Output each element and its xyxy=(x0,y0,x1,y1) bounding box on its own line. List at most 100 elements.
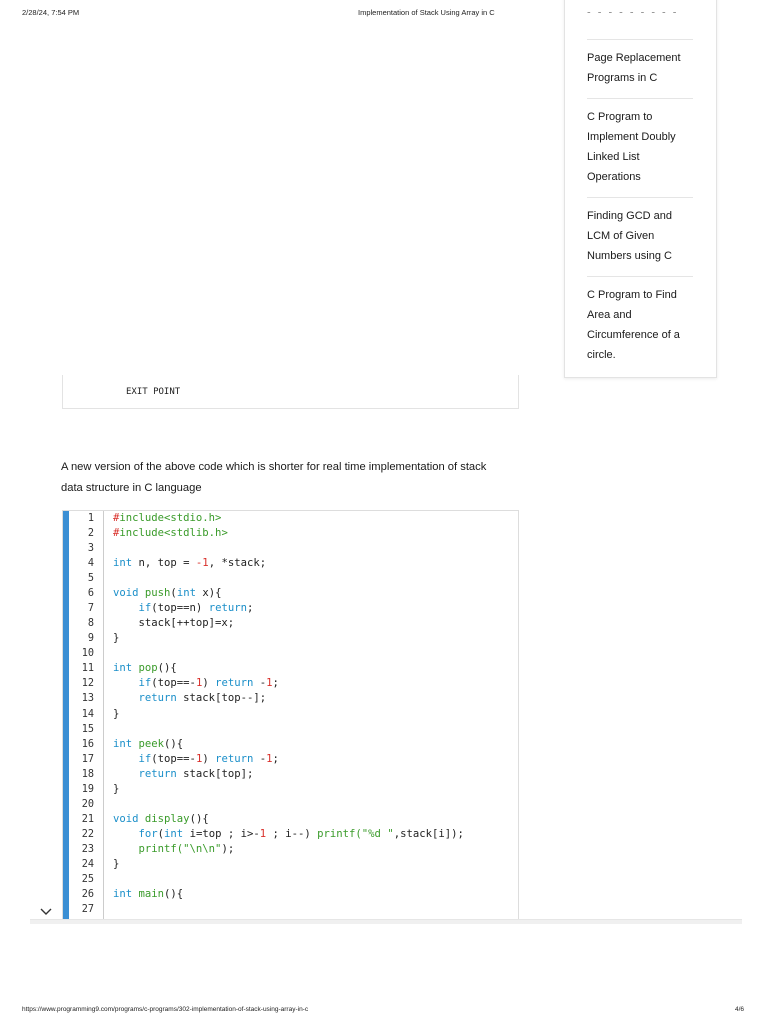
code-token-keyword: if xyxy=(138,677,152,690)
code-line: stack[++top]=x; xyxy=(113,617,235,630)
line-number: 21 xyxy=(81,813,94,825)
code-token-text: stack[++top]=x; xyxy=(113,617,235,630)
code-token-text: , *stack; xyxy=(208,557,267,570)
code-token-text: ; i--) xyxy=(266,827,318,840)
code-token-text: ) xyxy=(202,752,216,765)
code-token-keyword: int xyxy=(113,662,133,675)
code-token-keyword: for xyxy=(138,827,158,840)
sidebar-link-line: Linked List xyxy=(587,151,640,163)
line-number: 5 xyxy=(87,573,94,585)
line-number: 3 xyxy=(87,543,94,555)
line-number: 1 xyxy=(87,513,94,524)
code-token-keyword: return xyxy=(208,602,247,615)
code-line: void push(int x){ xyxy=(113,587,221,599)
code-token-text: ; xyxy=(272,752,279,765)
print-title: Implementation of Stack Using Array in C xyxy=(358,8,495,17)
sidebar-link-line: Finding GCD and xyxy=(587,210,672,222)
line-number: 10 xyxy=(81,648,94,660)
sidebar-link-line: C Program to Find xyxy=(587,289,677,301)
code-line: int main(){ xyxy=(113,888,183,900)
sidebar-link-line: circle. xyxy=(587,349,616,361)
code-token-func: include<stdlib.h> xyxy=(119,527,228,540)
code-token-keyword: int xyxy=(113,888,133,900)
code-line: return stack[top--]; xyxy=(113,692,267,705)
code-line: if(top==-1) return -1; xyxy=(113,677,279,689)
print-datetime: 2/28/24, 7:54 PM xyxy=(22,8,80,17)
code-line: if(top==n) return; xyxy=(113,602,254,615)
sidebar-link-doubly-linked-list[interactable]: C Program to Implement Doubly Linked List O… xyxy=(587,107,693,187)
code-token-text: } xyxy=(113,632,120,645)
sidebar-link-circle-area[interactable]: C Program to Find Area and Circumference o… xyxy=(587,285,693,365)
line-number: 8 xyxy=(87,618,94,630)
sidebar-link-line: Programs in C xyxy=(587,72,658,84)
footer-url: https://www.programming9.com/programs/c-… xyxy=(22,1006,309,1013)
code-token-keyword: void xyxy=(113,812,139,825)
line-number: 9 xyxy=(87,633,94,645)
code-token-func: printf("\n\n" xyxy=(138,842,222,855)
code-token-func: printf("%d " xyxy=(317,827,394,840)
sidebar-partial-item: - - - - - - - - - xyxy=(587,12,679,18)
related-articles-sidebar: - - - - - - - - - Page Replacement Progra… xyxy=(564,0,717,378)
line-number: 17 xyxy=(81,753,94,765)
code-token-func: push xyxy=(144,587,171,600)
code-token-keyword: void xyxy=(113,587,139,600)
sidebar-link-page-replacement[interactable]: Page Replacement Programs in C xyxy=(587,48,693,88)
code-token-func: main xyxy=(138,888,165,900)
line-number: 25 xyxy=(81,873,94,885)
line-number: 16 xyxy=(81,738,94,750)
code-token-text: (){ xyxy=(164,888,184,900)
code-token-keyword: int xyxy=(113,737,133,750)
code-line: } xyxy=(113,858,119,870)
code-token-text: (){ xyxy=(164,737,184,750)
code-token-text: (){ xyxy=(157,662,177,675)
line-number: 19 xyxy=(81,783,94,795)
exit-point-text: EXIT POINT xyxy=(126,387,181,397)
line-number: 13 xyxy=(81,693,94,705)
code-token-text: ,stack[i]); xyxy=(393,827,464,840)
line-number: 20 xyxy=(81,798,94,810)
code-line: for(int i=top ; i>-1 ; i--) printf("%d "… xyxy=(113,828,464,840)
code-token-keyword: if xyxy=(138,752,152,765)
line-number: 7 xyxy=(87,603,94,615)
code-token-text: } xyxy=(113,707,120,720)
code-token-number: -1 xyxy=(195,557,209,570)
sidebar-link-gcd-lcm[interactable]: Finding GCD and LCM of Given Numbers using… xyxy=(587,206,693,266)
code-token-func: peek xyxy=(138,737,165,750)
gutter-divider xyxy=(103,511,104,919)
divider xyxy=(587,39,693,40)
code-line: if(top==-1) return -1; xyxy=(113,753,279,765)
code-line: } xyxy=(113,783,119,795)
line-number: 2 xyxy=(87,528,94,540)
code-token-text: ); xyxy=(221,842,235,855)
sidebar-link-line: LCM of Given xyxy=(587,230,655,242)
code-block: 1 #include<stdio.h> 2 #include<stdlib.h> 3 4 i… xyxy=(62,510,519,919)
code-token-text: ; xyxy=(272,677,279,690)
code-line: printf("\n\n"); xyxy=(113,842,235,855)
code-token-keyword: return xyxy=(215,752,254,765)
line-number: 27 xyxy=(81,904,94,916)
code-line: } xyxy=(113,632,119,644)
code-token-text: } xyxy=(113,782,120,795)
code-token-text: x){ xyxy=(195,587,222,600)
code-token-keyword: return xyxy=(138,692,177,705)
code-token-text: i=top ; i>- xyxy=(183,827,260,840)
chevron-down-icon[interactable] xyxy=(40,906,52,916)
code-token-text: stack[top--]; xyxy=(176,692,267,705)
sidebar-link-line: Page Replacement xyxy=(587,52,681,64)
line-number: 6 xyxy=(87,588,94,600)
code-token-keyword: return xyxy=(215,677,254,690)
code-token-keyword: int xyxy=(176,587,196,600)
line-number: 12 xyxy=(81,678,94,690)
line-number: 24 xyxy=(81,858,94,870)
line-number: 15 xyxy=(81,723,94,735)
divider xyxy=(587,98,693,99)
intro-paragraph: A new version of the above code which is… xyxy=(61,461,487,494)
code-line: #include<stdio.h> xyxy=(113,512,221,524)
divider xyxy=(587,276,693,277)
